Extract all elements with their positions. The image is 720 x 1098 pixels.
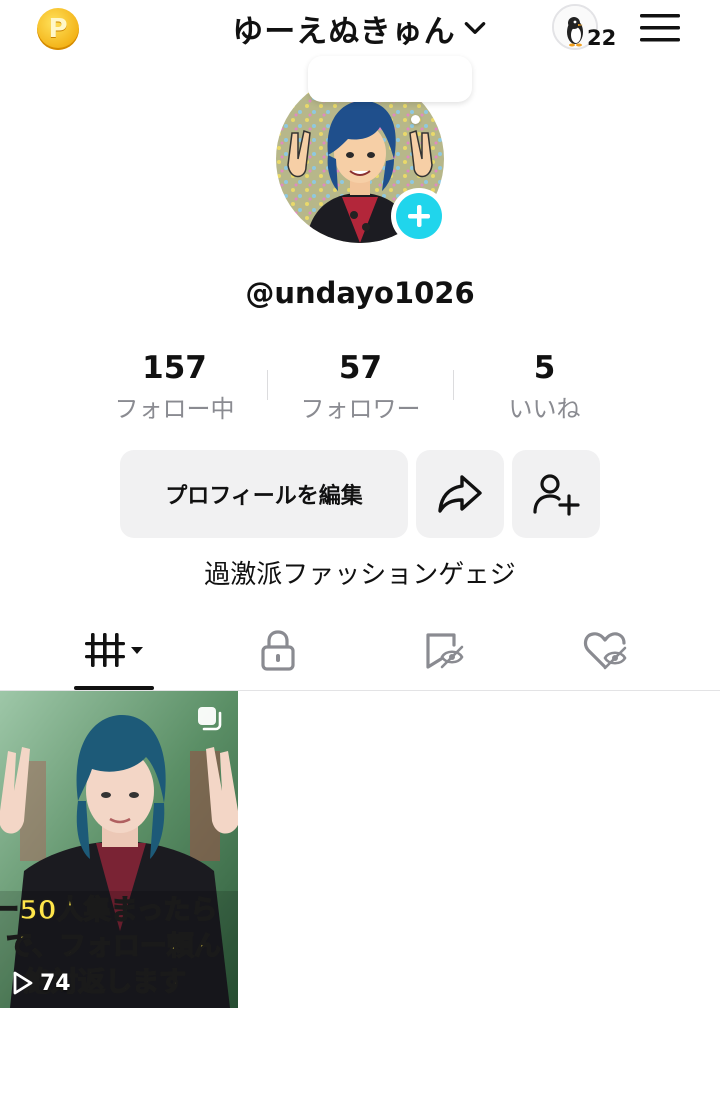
bubble-tail (411, 115, 420, 124)
stat-following-value: 157 (142, 350, 207, 386)
stat-likes-value: 5 (533, 350, 556, 386)
video-view-count: 74 (12, 970, 71, 996)
edit-profile-label: プロフィールを編集 (165, 484, 363, 509)
stat-following[interactable]: 157 フォロー中 (82, 346, 267, 428)
menu-icon[interactable] (640, 12, 680, 44)
chevron-down-icon (464, 22, 485, 34)
view-count-text: 74 (40, 970, 71, 996)
status-bubble[interactable] (308, 56, 472, 102)
tab-favorites-hidden[interactable] (394, 612, 494, 690)
heart-hidden-icon (583, 632, 627, 670)
share-arrow-icon (438, 475, 482, 513)
page-title: ゆーえぬきゅん (232, 13, 456, 50)
caption-line: ー50人集まったら (0, 894, 218, 927)
multi-image-icon (198, 707, 222, 731)
tab-videos[interactable] (64, 612, 164, 690)
profile-bio: 過激派ファッションゲェジ (204, 560, 516, 590)
edit-profile-button[interactable]: プロフィールを編集 (120, 450, 408, 538)
lock-icon (261, 630, 295, 671)
stat-followers[interactable]: 57 フォロワー (268, 346, 453, 428)
stat-followers-label: フォロワー (300, 395, 421, 423)
add-user-icon (533, 474, 580, 516)
username: @undayo1026 (245, 276, 475, 310)
add-friend-button[interactable] (512, 450, 600, 538)
stat-likes-label: いいね (508, 395, 581, 423)
stat-followers-value: 57 (338, 350, 383, 386)
tab-liked-hidden[interactable] (556, 612, 656, 690)
tab-private[interactable] (228, 612, 328, 690)
stat-following-label: フォロー中 (114, 395, 235, 423)
video-thumbnail[interactable]: ー50人集まったら で、フォロー頼ん 絶対返します (0, 691, 238, 1008)
caption-line: で、フォロー頼ん (5, 930, 221, 963)
add-avatar-button[interactable] (391, 188, 447, 244)
stat-likes[interactable]: 5 いいね (452, 346, 637, 428)
grid-icon (85, 633, 143, 667)
plus-icon (408, 205, 430, 227)
play-icon (13, 971, 33, 995)
share-profile-button[interactable] (416, 450, 504, 538)
friends-count: 22 (587, 26, 617, 50)
bookmark-hidden-icon (426, 633, 464, 669)
